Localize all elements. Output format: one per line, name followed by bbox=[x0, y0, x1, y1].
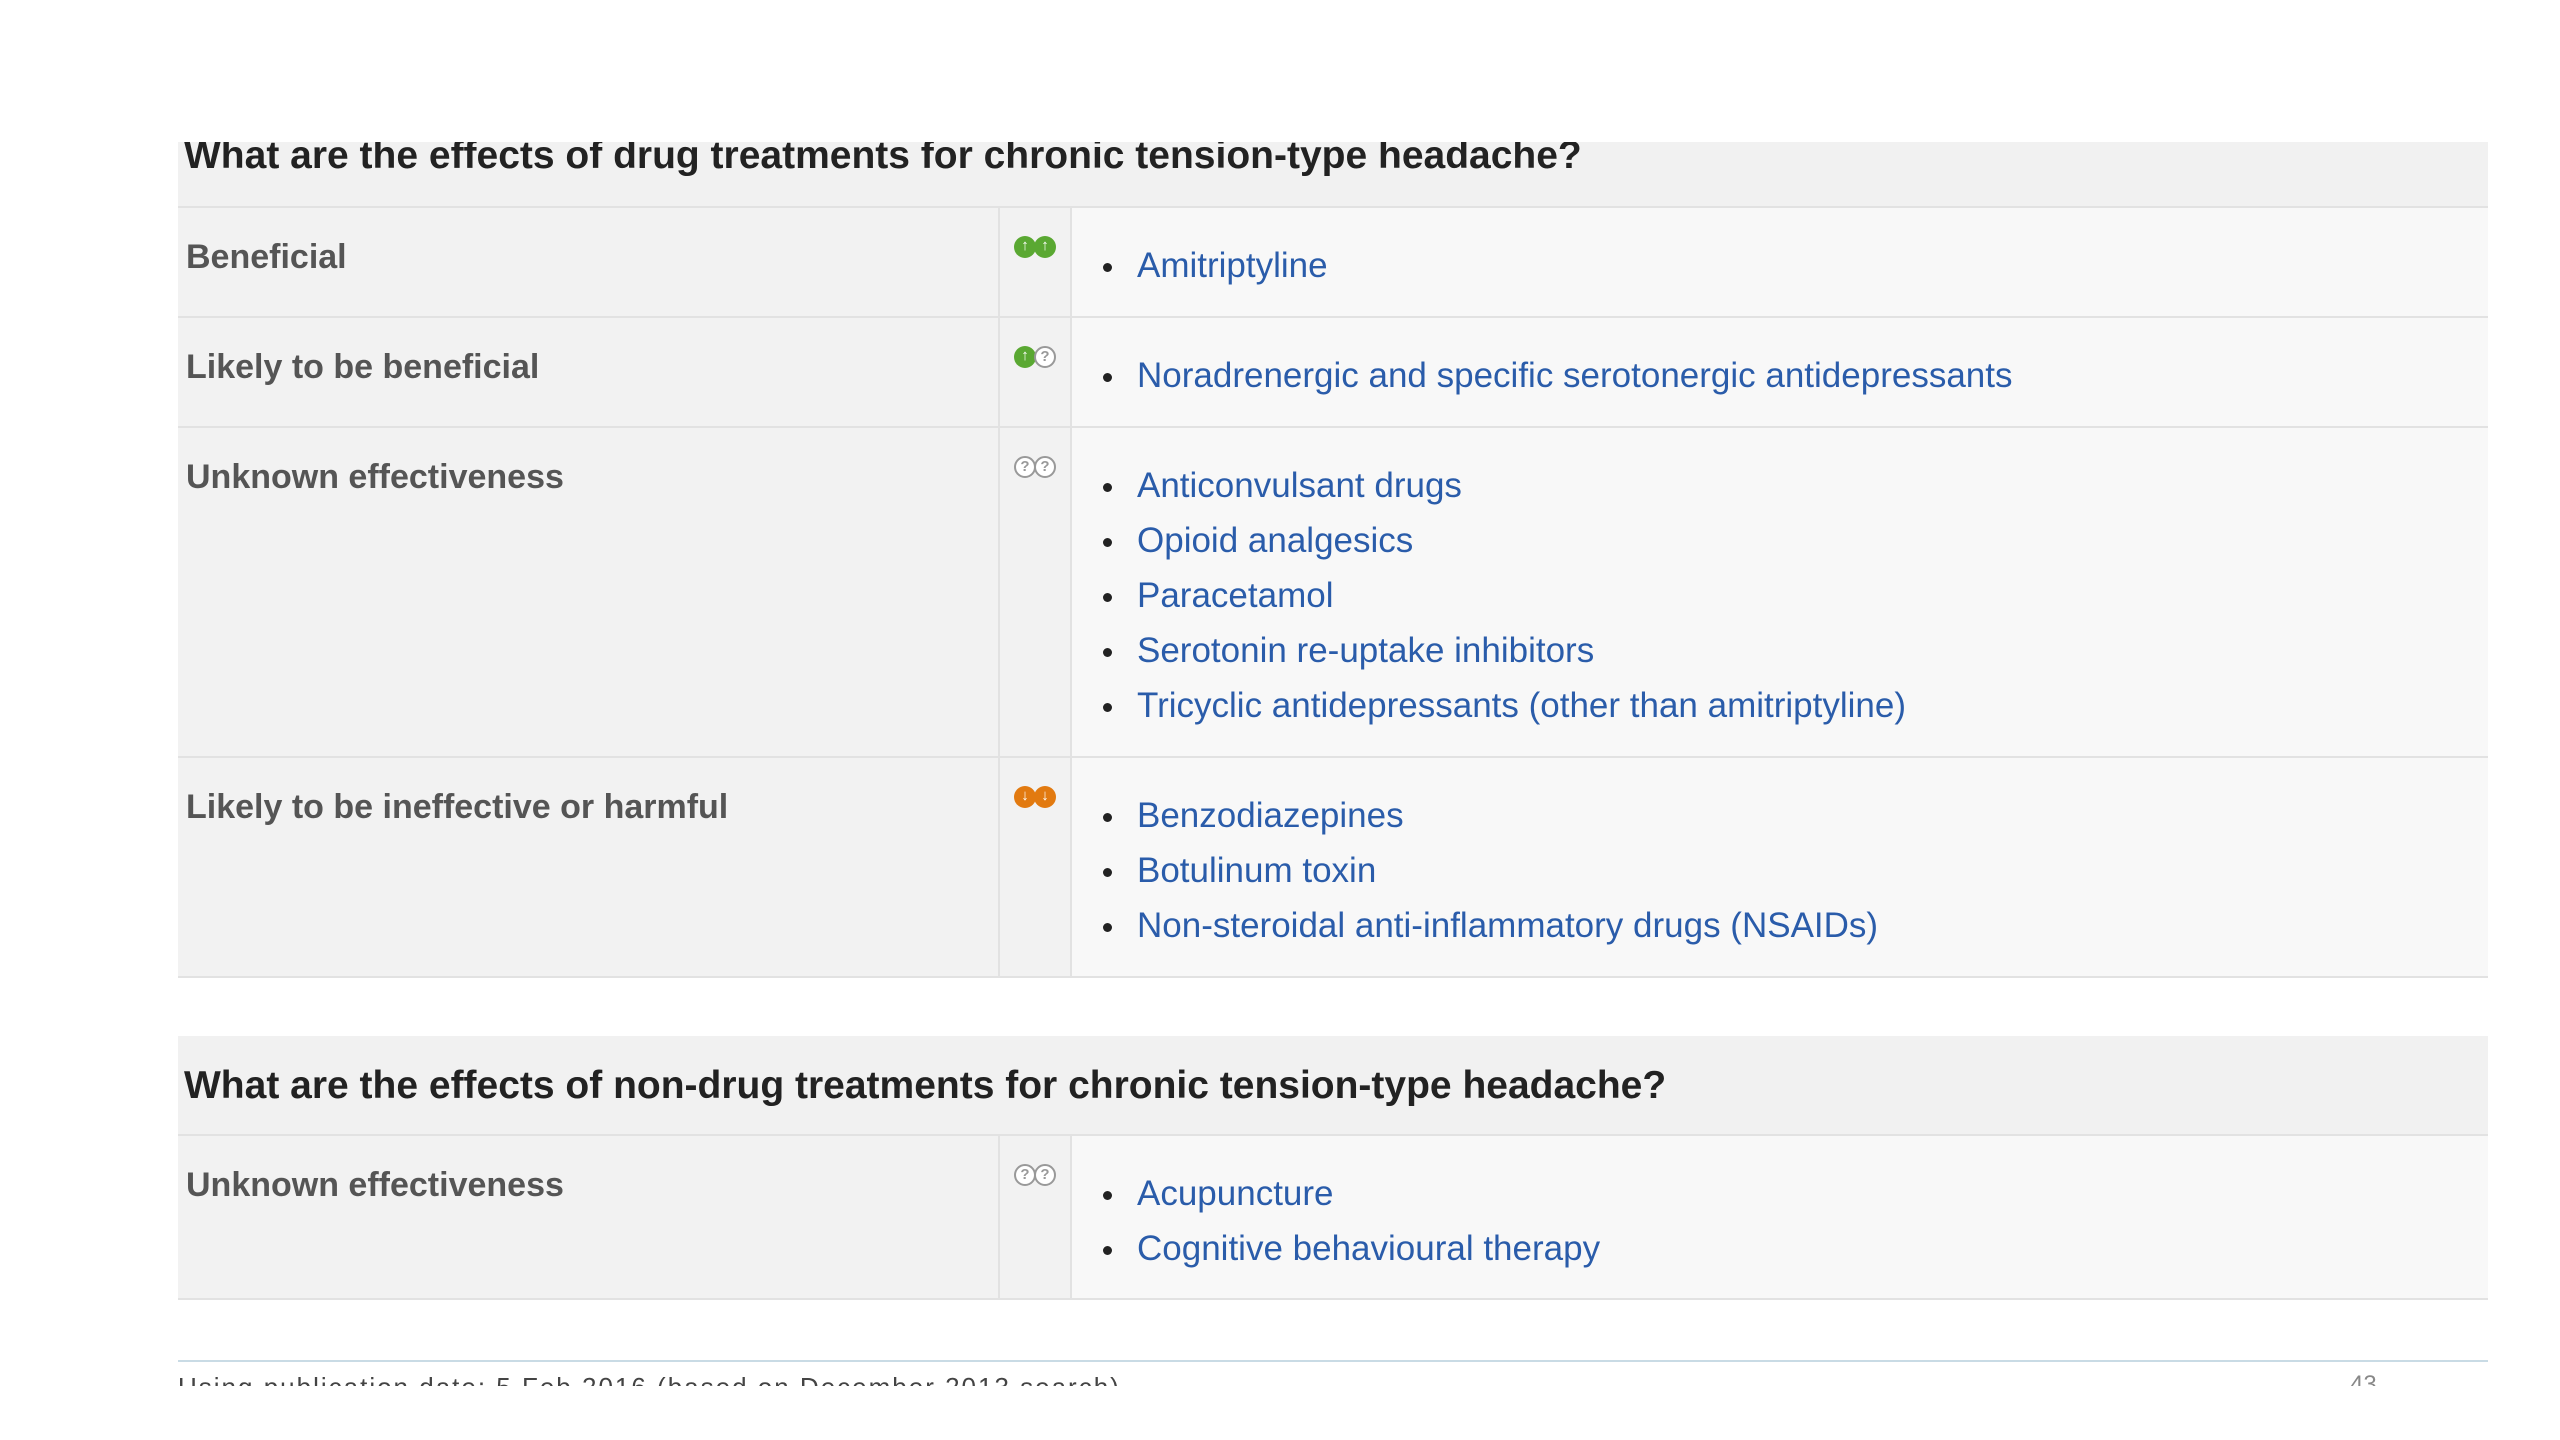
treatment-list: Amitriptyline bbox=[1072, 208, 2488, 316]
evidence-icon-cell: ↓ ↓ bbox=[1000, 758, 1072, 976]
treatment-list: Anticonvulsant drugs Opioid analgesics P… bbox=[1072, 428, 2488, 756]
treatment-link[interactable]: Tricyclic antidepressants (other than am… bbox=[1103, 678, 2488, 733]
category-label: Likely to be beneficial bbox=[178, 318, 1000, 426]
treatment-list: Noradrenergic and specific serotonergic … bbox=[1072, 318, 2488, 426]
evidence-icon-cell: ↑? bbox=[1000, 318, 1072, 426]
non-drug-treatments-table: What are the effects of non-drug treatme… bbox=[178, 1036, 2488, 1300]
treatment-list: Benzodiazepines Botulinum toxin Non-ster… bbox=[1072, 758, 2488, 976]
non-drug-treatments-heading: What are the effects of non-drug treatme… bbox=[184, 1064, 1667, 1107]
evidence-icon-cell: ?? bbox=[1000, 1136, 1072, 1298]
category-label: Unknown effectiveness bbox=[178, 428, 1000, 756]
footer-divider bbox=[178, 1360, 2488, 1362]
category-label: Unknown effectiveness bbox=[178, 1136, 1000, 1298]
treatment-link[interactable]: Botulinum toxin bbox=[1103, 843, 2488, 898]
question-icon: ? bbox=[1014, 456, 1036, 478]
thumbs-up-icon: ↑ bbox=[1014, 236, 1036, 258]
thumbs-up-icon: ↑ bbox=[1014, 346, 1036, 368]
table-row: Likely to be beneficial ↑? Noradrenergic… bbox=[178, 318, 2488, 428]
treatment-link[interactable]: Acupuncture bbox=[1103, 1166, 2488, 1221]
evidence-icon-cell: ?? bbox=[1000, 428, 1072, 756]
section-title: What are the effects of non-drug treatme… bbox=[178, 1036, 2488, 1136]
treatment-link[interactable]: Serotonin re-uptake inhibitors bbox=[1103, 623, 2488, 678]
question-icon: ? bbox=[1034, 456, 1056, 478]
treatment-link[interactable]: Anticonvulsant drugs bbox=[1103, 458, 2488, 513]
treatment-link[interactable]: Noradrenergic and specific serotonergic … bbox=[1103, 348, 2488, 403]
table-row: Beneficial ↑ ↑ Amitriptyline bbox=[178, 208, 2488, 318]
page-number: 43 bbox=[2350, 1372, 2377, 1386]
thumbs-down-icon: ↓ bbox=[1014, 786, 1036, 808]
table-row: Unknown effectiveness ?? Acupuncture Cog… bbox=[178, 1136, 2488, 1300]
treatment-link[interactable]: Amitriptyline bbox=[1103, 238, 2488, 293]
treatment-link[interactable]: Opioid analgesics bbox=[1103, 513, 2488, 568]
drug-treatments-heading: What are the effects of drug treatments … bbox=[184, 142, 1582, 177]
table-row: Unknown effectiveness ?? Anticonvulsant … bbox=[178, 428, 2488, 758]
treatment-link[interactable]: Benzodiazepines bbox=[1103, 788, 2488, 843]
question-icon: ? bbox=[1034, 346, 1056, 368]
treatment-list: Acupuncture Cognitive behavioural therap… bbox=[1072, 1136, 2488, 1298]
treatment-link[interactable]: Paracetamol bbox=[1103, 568, 2488, 623]
treatment-link[interactable]: Non-steroidal anti-inflammatory drugs (N… bbox=[1103, 898, 2488, 953]
thumbs-down-icon: ↓ bbox=[1034, 786, 1056, 808]
category-label: Beneficial bbox=[178, 208, 1000, 316]
drug-treatments-table: What are the effects of drug treatments … bbox=[178, 142, 2488, 978]
question-icon: ? bbox=[1034, 1164, 1056, 1186]
footer-text: Using publication date: 5 Feb 2016 (base… bbox=[178, 1372, 1121, 1386]
question-icon: ? bbox=[1014, 1164, 1036, 1186]
table-row: Likely to be ineffective or harmful ↓ ↓ B… bbox=[178, 758, 2488, 978]
category-label: Likely to be ineffective or harmful bbox=[178, 758, 1000, 976]
thumbs-up-icon: ↑ bbox=[1034, 236, 1056, 258]
treatment-link[interactable]: Cognitive behavioural therapy bbox=[1103, 1221, 2488, 1276]
evidence-icon-cell: ↑ ↑ bbox=[1000, 208, 1072, 316]
section-title: What are the effects of drug treatments … bbox=[178, 142, 2488, 208]
